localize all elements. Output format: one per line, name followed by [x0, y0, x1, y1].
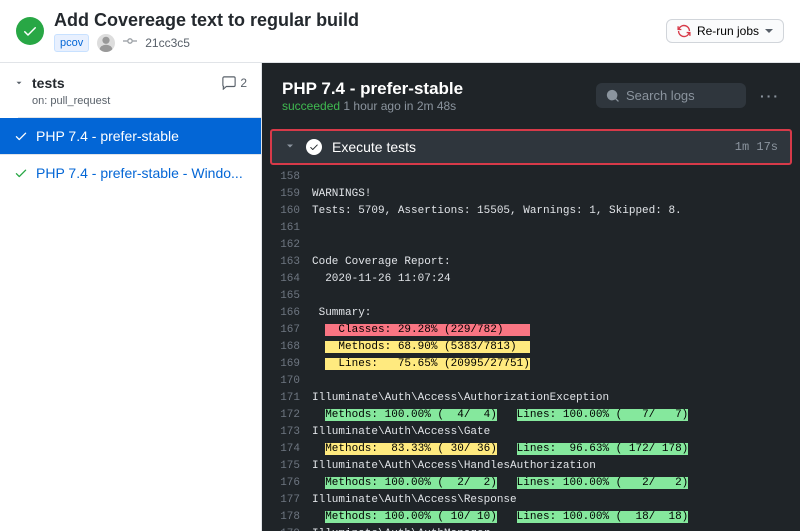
log-line: 175Illuminate\Auth\Access\HandlesAuthori…: [262, 458, 800, 475]
log-line: 178 Methods: 100.00% ( 10/ 10) Lines: 10…: [262, 509, 800, 526]
log-line: 162: [262, 237, 800, 254]
sidebar-job[interactable]: PHP 7.4 - prefer-stable - Windo...: [0, 154, 261, 191]
workflow-name[interactable]: tests: [32, 75, 65, 91]
log-line: 164 2020-11-26 11:07:24: [262, 271, 800, 288]
step-execute-tests[interactable]: Execute tests 1m 17s: [270, 129, 792, 165]
commit-sha[interactable]: 21cc3c5: [145, 36, 190, 50]
workflow-trigger: on: pull_request: [18, 95, 261, 118]
rerun-jobs-button[interactable]: Re-run jobs: [666, 19, 784, 43]
log-line: 168 Methods: 68.90% (5383/7813): [262, 339, 800, 356]
log-line: 177Illuminate\Auth\Access\Response: [262, 492, 800, 509]
log-line: 166 Summary:: [262, 305, 800, 322]
conversation-link[interactable]: 2: [222, 76, 247, 90]
log-line: 163Code Coverage Report:: [262, 254, 800, 271]
log-line: 160Tests: 5709, Assertions: 15505, Warni…: [262, 203, 800, 220]
chevron-down-icon[interactable]: [14, 78, 24, 88]
rerun-label: Re-run jobs: [697, 24, 759, 38]
job-title: PHP 7.4 - prefer-stable: [282, 79, 463, 99]
caret-down-icon: [765, 29, 773, 33]
log-line: 167 Classes: 29.28% (229/782): [262, 322, 800, 339]
log-line: 172 Methods: 100.00% ( 4/ 4) Lines: 100.…: [262, 407, 800, 424]
log-line: 174 Methods: 83.33% ( 30/ 36) Lines: 96.…: [262, 441, 800, 458]
log-line: 176 Methods: 100.00% ( 2/ 2) Lines: 100.…: [262, 475, 800, 492]
branch-badge[interactable]: pcov: [54, 34, 89, 52]
log-line: 158: [262, 169, 800, 186]
kebab-menu[interactable]: ···: [760, 88, 780, 104]
check-icon: [14, 166, 28, 180]
check-icon: [14, 129, 28, 143]
check-circle-icon: [306, 139, 322, 155]
job-label: PHP 7.4 - prefer-stable - Windo...: [36, 165, 243, 181]
log-line: 170: [262, 373, 800, 390]
step-duration: 1m 17s: [735, 140, 778, 154]
run-status-icon: [16, 17, 44, 45]
step-name: Execute tests: [332, 139, 416, 155]
chevron-down-icon: [284, 139, 296, 155]
page-title: Add Covereage text to regular build: [54, 10, 656, 32]
author-avatar[interactable]: [97, 34, 115, 52]
log-line: 161: [262, 220, 800, 237]
log-line: 169 Lines: 75.65% (20995/27751): [262, 356, 800, 373]
log-line: 179Illuminate\Auth\AuthManager: [262, 526, 800, 531]
search-icon: [606, 89, 620, 103]
log-output[interactable]: 158159WARNINGS!160Tests: 5709, Assertion…: [262, 165, 800, 531]
job-status-line: succeeded 1 hour ago in 2m 48s: [282, 99, 463, 113]
sidebar-job[interactable]: PHP 7.4 - prefer-stable: [0, 118, 261, 154]
log-line: 173Illuminate\Auth\Access\Gate: [262, 424, 800, 441]
search-logs-input[interactable]: Search logs: [596, 83, 746, 108]
job-label: PHP 7.4 - prefer-stable: [36, 128, 179, 144]
log-line: 165: [262, 288, 800, 305]
log-line: 171Illuminate\Auth\Access\AuthorizationE…: [262, 390, 800, 407]
log-line: 159WARNINGS!: [262, 186, 800, 203]
commit-icon: [123, 34, 137, 51]
